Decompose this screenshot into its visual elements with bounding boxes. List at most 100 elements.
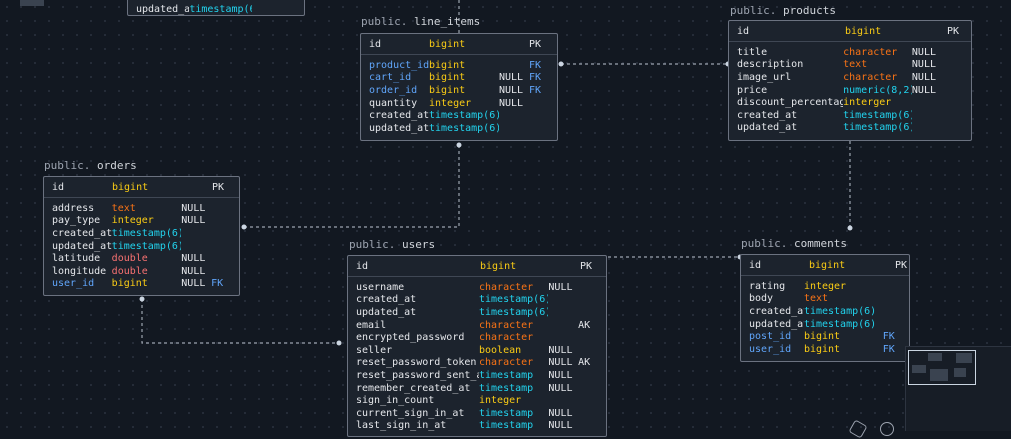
- table-header-row[interactable]: id bigint PK: [737, 21, 967, 41]
- column-row[interactable]: product_id bigint FK: [369, 59, 549, 72]
- column-name: user_id: [749, 343, 792, 355]
- table-header-row[interactable]: id bigint PK: [52, 177, 232, 197]
- column-key: AK: [578, 319, 591, 331]
- column-row[interactable]: last_sign_in_at timestamp NULL: [356, 420, 598, 433]
- column-type: timestamp(6): [803, 318, 876, 330]
- column-row[interactable]: created_at timestamp(6): [737, 109, 963, 122]
- table-header-row[interactable]: id bigint PK: [369, 34, 549, 54]
- column-row[interactable]: post_id bigint FK: [749, 330, 901, 343]
- schema-prefix: public.: [361, 15, 408, 28]
- column-name: description: [737, 59, 804, 71]
- table-name: users: [401, 238, 436, 251]
- table-title-comments: public. comments: [741, 237, 847, 250]
- table-header-row[interactable]: id bigint PK: [749, 255, 909, 275]
- column-name: created_at: [356, 294, 417, 306]
- corner-widget[interactable]: [20, 0, 44, 6]
- column-row[interactable]: description text NULL: [737, 59, 963, 72]
- column-name: updated_at: [356, 306, 417, 318]
- table-name: comments: [793, 237, 847, 250]
- column-type: text: [803, 293, 829, 305]
- column-name: latitude: [52, 253, 101, 265]
- column-row[interactable]: price numeric(8,2) NULL: [737, 84, 963, 97]
- column-row[interactable]: username character NULL: [356, 281, 598, 294]
- column-name: id: [749, 259, 762, 271]
- edge-dot: [241, 224, 247, 230]
- table-header-row[interactable]: id bigint PK: [356, 256, 600, 276]
- column-row[interactable]: image_url character NULL: [737, 71, 963, 84]
- column-row[interactable]: user_id bigint FK: [749, 343, 901, 356]
- circle-icon[interactable]: [880, 422, 894, 436]
- column-row[interactable]: updated_attimestamp(6): [369, 122, 549, 135]
- column-type: timestamp(6): [429, 110, 499, 122]
- table-orders[interactable]: id bigint PK address text NULL pay_type integer…: [43, 176, 240, 296]
- column-row[interactable]: current_sign_in_at timestamp NULL: [356, 407, 598, 420]
- schema-prefix: public.: [349, 238, 396, 251]
- column-row[interactable]: body text: [749, 293, 901, 306]
- column-row[interactable]: address text NULL: [52, 202, 231, 215]
- column-type: timestamp(6): [803, 305, 876, 317]
- minimap-node: [930, 369, 948, 381]
- column-row[interactable]: discount_percentage interger: [737, 96, 963, 109]
- column-name: sign_in_count: [356, 395, 435, 407]
- table-body: address text NULL pay_type integer NULL create…: [44, 198, 239, 292]
- column-type: text: [843, 59, 868, 71]
- column-type: timestamp: [478, 382, 534, 394]
- column-row[interactable]: user_id bigint NULL FK: [52, 278, 231, 291]
- column-row[interactable]: encrypted_password character: [356, 331, 598, 344]
- column-row[interactable]: sign_in_count integer: [356, 394, 598, 407]
- table-header: id bigint PK: [44, 177, 239, 198]
- table-title-orders: public. orders: [44, 159, 137, 172]
- column-row[interactable]: created_at timestamp(6): [749, 305, 901, 318]
- column-type: timestamp(6): [429, 122, 499, 134]
- column-row[interactable]: latitude double NULL: [52, 252, 231, 265]
- column-name: reset_password_sent_at: [356, 369, 479, 381]
- column-row[interactable]: order_id bigint NULL FK: [369, 84, 549, 97]
- table-users[interactable]: id bigint PK username character NULL created_a…: [347, 255, 607, 437]
- edge-dot: [847, 225, 853, 231]
- table-body: username character NULL created_at timestamp…: [348, 277, 606, 434]
- column-row[interactable]: updated_attimestamp(6): [356, 306, 598, 319]
- column-row[interactable]: updated_attimestamp(6): [136, 3, 296, 15]
- column-key: PK: [947, 25, 960, 37]
- column-row[interactable]: created_at timestamp(6): [356, 294, 598, 307]
- column-row[interactable]: updated_attimestamp(6): [737, 122, 963, 135]
- table-partial-top[interactable]: updated_attimestamp(6): [127, 0, 305, 16]
- column-row[interactable]: quantity integer NULL: [369, 97, 549, 110]
- edge-dot: [139, 296, 145, 302]
- column-name: id: [52, 181, 65, 193]
- column-row[interactable]: pay_type integer NULL: [52, 215, 231, 228]
- column-row[interactable]: updated_attimestamp(6): [749, 318, 901, 331]
- column-row[interactable]: longitude double NULL: [52, 265, 231, 278]
- column-type: bigint: [803, 343, 841, 355]
- column-row[interactable]: email character AK: [356, 319, 598, 332]
- column-row[interactable]: rating integer: [749, 280, 901, 293]
- column-row[interactable]: created_at timestamp(6): [369, 109, 549, 122]
- minimap[interactable]: [905, 346, 1011, 431]
- column-null: NULL: [548, 357, 573, 369]
- column-row[interactable]: created_at timestamp(6): [52, 227, 231, 240]
- minimap-node: [912, 365, 926, 373]
- table-comments[interactable]: id bigint PK rating integer body text created_a…: [740, 254, 910, 362]
- column-row[interactable]: updated_attimestamp(6): [52, 240, 231, 253]
- table-products[interactable]: id bigint PK title character NULL description t…: [728, 20, 972, 141]
- table-title-users: public. users: [349, 238, 435, 251]
- column-type: bigint: [809, 259, 846, 271]
- table-name: products: [782, 4, 836, 17]
- column-null: NULL: [548, 281, 573, 293]
- column-name: updated_at: [136, 3, 189, 15]
- column-type: timestamp(6): [111, 240, 182, 252]
- column-key: FK: [882, 343, 895, 355]
- column-name: discount_percentage: [737, 97, 844, 109]
- column-name: cart_id: [369, 72, 412, 84]
- column-name: id: [356, 260, 369, 272]
- column-row[interactable]: seller boolean NULL: [356, 344, 598, 357]
- table-name: line_items: [413, 15, 481, 28]
- column-row[interactable]: cart_id bigint NULL FK: [369, 72, 549, 85]
- column-row[interactable]: remember_created_at timestamp NULL: [356, 382, 598, 395]
- table-line-items[interactable]: id bigint PK product_id bigint FK cart_id bigin…: [360, 33, 558, 141]
- column-row[interactable]: reset_password_sent_at timestamp NULL: [356, 369, 598, 382]
- column-row[interactable]: reset_password_token character NULL AK: [356, 357, 598, 370]
- column-null: NULL: [499, 72, 524, 84]
- column-row[interactable]: title character NULL: [737, 46, 963, 59]
- column-type: bigint: [429, 59, 466, 71]
